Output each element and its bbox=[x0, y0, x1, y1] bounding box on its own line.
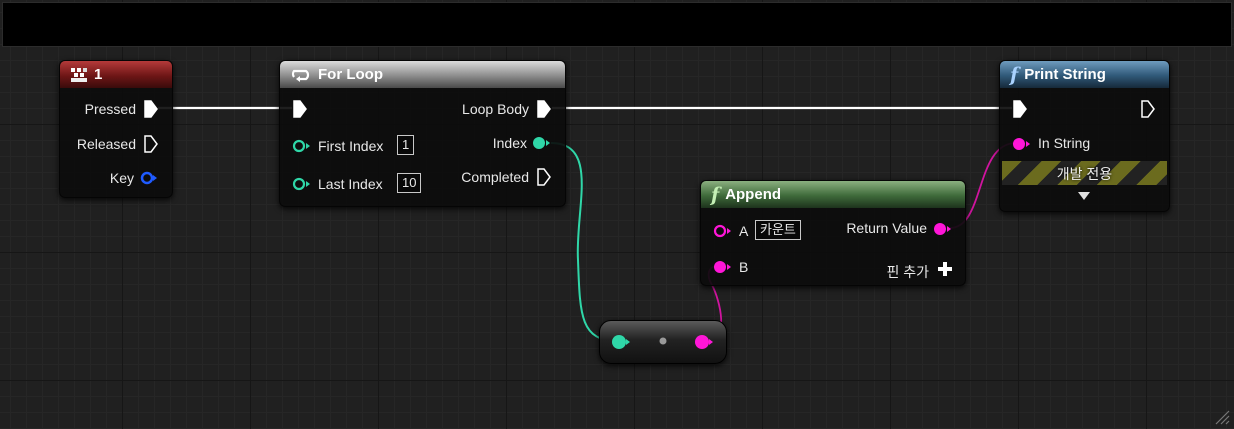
pressed-exec-pin[interactable] bbox=[144, 100, 158, 118]
for-loop-title: For Loop bbox=[318, 66, 383, 83]
in-string-label: In String bbox=[1038, 135, 1091, 151]
key-struct-pin[interactable] bbox=[140, 171, 158, 185]
conversion-dot-icon bbox=[659, 337, 667, 345]
first-index-label: First Index bbox=[318, 138, 384, 154]
released-label: Released bbox=[76, 136, 136, 152]
print-string-exec-out-pin[interactable] bbox=[1141, 100, 1155, 118]
key-event-icon bbox=[70, 67, 88, 83]
last-index-label: Last Index bbox=[318, 176, 383, 192]
append-function-f-icon: f bbox=[711, 183, 720, 206]
a-value[interactable]: 카운트 bbox=[755, 220, 801, 240]
first-index-pin[interactable] bbox=[292, 139, 312, 153]
b-label: B bbox=[739, 259, 749, 275]
print-string-title: Print String bbox=[1024, 66, 1106, 83]
key-event-title: 1 bbox=[94, 66, 103, 83]
append-header[interactable]: f Append bbox=[701, 181, 965, 208]
loop-body-label: Loop Body bbox=[462, 101, 529, 117]
completed-label: Completed bbox=[461, 169, 529, 185]
last-index-pin[interactable] bbox=[292, 177, 312, 191]
blueprint-graph-canvas[interactable]: 1 Pressed Released Key For Loop First In… bbox=[0, 0, 1234, 429]
print-string-exec-in-pin[interactable] bbox=[1013, 100, 1027, 118]
resize-grip-icon[interactable] bbox=[1214, 409, 1230, 425]
released-exec-pin[interactable] bbox=[144, 135, 158, 153]
key-event-header[interactable]: 1 bbox=[60, 61, 172, 88]
b-string-pin[interactable] bbox=[713, 260, 733, 274]
for-loop-header[interactable]: For Loop bbox=[280, 61, 565, 88]
plus-icon[interactable] bbox=[938, 262, 952, 276]
conversion-string-out-pin[interactable] bbox=[694, 334, 714, 350]
index-label: Index bbox=[492, 135, 527, 151]
conversion-node[interactable] bbox=[599, 320, 727, 364]
completed-exec-pin[interactable] bbox=[537, 168, 551, 186]
development-only-label: 개발 전용 bbox=[1056, 166, 1113, 182]
return-value-pin[interactable] bbox=[933, 222, 953, 236]
add-pin-label: 핀 추가 bbox=[886, 264, 929, 280]
for-loop-node[interactable]: For Loop First Index 1 Last Index 10 Loo… bbox=[279, 60, 566, 207]
conversion-int-in-pin[interactable] bbox=[611, 334, 631, 350]
a-label: A bbox=[739, 223, 749, 239]
key-event-node[interactable]: 1 Pressed Released Key bbox=[59, 60, 173, 198]
a-string-pin[interactable] bbox=[713, 224, 733, 238]
loop-body-exec-pin[interactable] bbox=[537, 100, 551, 118]
append-title: Append bbox=[725, 186, 782, 203]
for-loop-exec-in-pin[interactable] bbox=[293, 100, 307, 118]
loop-arrow-icon bbox=[290, 67, 312, 83]
triangle-down-icon[interactable] bbox=[1077, 191, 1091, 201]
return-value-label: Return Value bbox=[846, 220, 927, 236]
last-index-value[interactable]: 10 bbox=[397, 173, 422, 193]
append-node[interactable]: f Append A 카운트 B Return Value 핀 추가 bbox=[700, 180, 966, 286]
print-string-node[interactable]: f Print String In String 개발 전용 bbox=[999, 60, 1170, 212]
print-string-header[interactable]: f Print String bbox=[1000, 61, 1169, 88]
pressed-label: Pressed bbox=[84, 101, 136, 117]
first-index-value[interactable]: 1 bbox=[397, 135, 415, 155]
key-label: Key bbox=[109, 170, 134, 186]
in-string-pin[interactable] bbox=[1012, 137, 1032, 151]
function-f-icon: f bbox=[1010, 63, 1019, 86]
index-int-pin[interactable] bbox=[532, 136, 552, 150]
